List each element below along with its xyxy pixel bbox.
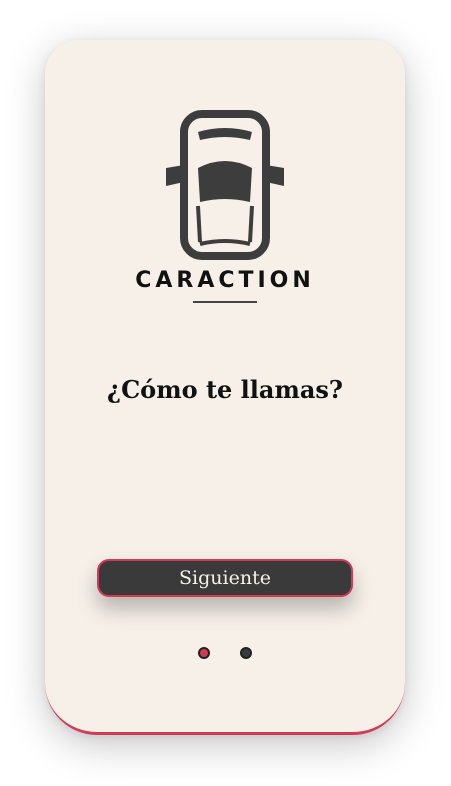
car-top-view-icon <box>166 110 284 260</box>
next-button[interactable]: Siguiente <box>97 559 353 597</box>
page-dot-1[interactable] <box>198 647 210 659</box>
logo: CARACTION <box>45 110 405 303</box>
brand-name: CARACTION <box>135 268 315 293</box>
onboarding-card: CARACTION ¿Cómo te llamas? Siguiente <box>45 40 405 735</box>
page-indicator <box>45 647 405 659</box>
name-question: ¿Cómo te llamas? <box>107 375 343 404</box>
page-dot-2[interactable] <box>240 647 252 659</box>
brand-divider <box>193 301 257 303</box>
